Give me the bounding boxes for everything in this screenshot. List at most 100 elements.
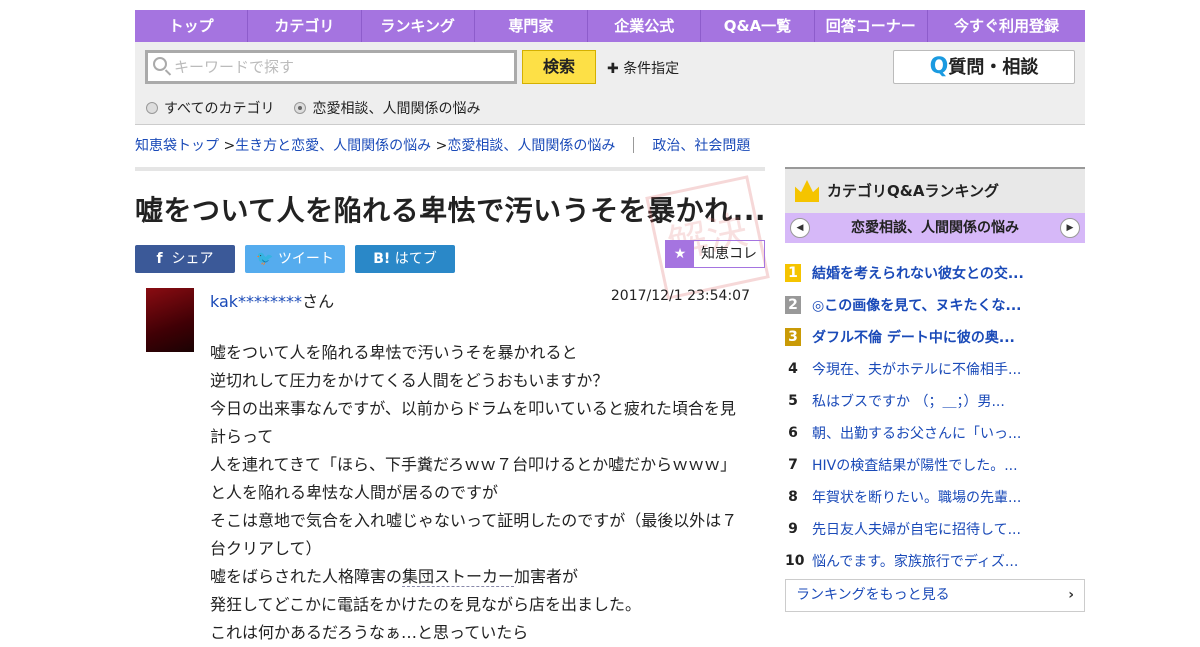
- body-text: 加害者が: [514, 567, 579, 586]
- star-icon: ★: [666, 241, 694, 267]
- radio-label: すべてのカテゴリ: [164, 101, 275, 117]
- body-line: 嘘をばらされた人格障害の集団ストーカー加害者が: [210, 563, 750, 591]
- ranking-item: 10 悩んでます。家族旅行でディズ...: [785, 545, 1085, 577]
- ranking-category: 恋愛相談、人間関係の悩み: [851, 220, 1019, 236]
- body-line: 嘘をついて人を陥れる卑怯で汚いうそを暴かれると: [210, 343, 578, 362]
- breadcrumb-politics[interactable]: 政治、社会問題: [652, 138, 750, 154]
- question-section: 解決 嘘をついて人を陥れる卑怯で汚いうそを暴かれ... f シェア 🐦 ツイート…: [135, 167, 770, 642]
- username-suffix: さん: [302, 292, 335, 311]
- nav-category[interactable]: カテゴリ: [248, 10, 362, 42]
- ranking-item: 1 結婚を考えられない彼女との交...: [785, 257, 1085, 289]
- rank-number: 2: [785, 296, 801, 314]
- collect-label: 知恵コレ: [701, 246, 757, 262]
- breadcrumb: 知恵袋トップ >生き方と恋愛、人間関係の悩み >恋愛相談、人間関係の悩み 政治、社…: [135, 137, 751, 154]
- nav-register[interactable]: 今すぐ利用登録: [928, 10, 1085, 42]
- body-line: これは何かあるだろうなぁ…と思っていたら: [210, 623, 529, 642]
- next-arrow-icon[interactable]: ▶: [1060, 218, 1080, 238]
- search-bar: キーワードで探す 検索 ✚ 条件指定 Q質問・相談 すべてのカテゴリ 恋愛相談、…: [135, 42, 1085, 125]
- search-button[interactable]: 検索: [522, 50, 596, 84]
- tweet-label: ツイート: [277, 251, 334, 267]
- ranking-link[interactable]: HIVの検査結果が陽性でした。...: [812, 455, 1018, 475]
- tweet-button[interactable]: 🐦 ツイート: [245, 245, 345, 273]
- ranking-link[interactable]: ◎この画像を見て、ヌキたくな...: [812, 295, 1021, 315]
- breadcrumb-top[interactable]: 知恵袋トップ: [135, 138, 219, 154]
- radio-label: 恋愛相談、人間関係の悩み: [312, 101, 481, 117]
- ranking-item: 4 今現在、夫がホテルに不倫相手...: [785, 353, 1085, 385]
- ranking-item: 2 ◎この画像を見て、ヌキたくな...: [785, 289, 1085, 321]
- more-label: ランキングをもっと見る: [796, 587, 950, 603]
- radio-all-categories[interactable]: すべてのカテゴリ: [146, 98, 274, 118]
- ranking-item: 3 ダフル不倫 デート中に彼の奥...: [785, 321, 1085, 353]
- search-placeholder: キーワードで探す: [174, 58, 295, 76]
- ranking-link[interactable]: 私はブスですか （；＿；）男...: [812, 391, 1005, 411]
- collect-button[interactable]: ★ 知恵コレ: [665, 240, 765, 268]
- search-input[interactable]: キーワードで探す: [145, 50, 517, 84]
- conditions-label: 条件指定: [623, 61, 680, 77]
- radio-icon[interactable]: [146, 102, 158, 114]
- rank-number: 1: [785, 264, 801, 282]
- ranking-link[interactable]: ダフル不倫 デート中に彼の奥...: [812, 327, 1015, 347]
- radio-this-category[interactable]: 恋愛相談、人間関係の悩み: [294, 98, 480, 118]
- stamp-watermark: 解決: [645, 175, 770, 300]
- ranking-sidebar: カテゴリQ&Aランキング ◀ 恋愛相談、人間関係の悩み ▶ 1 結婚を考えられない彼女…: [785, 167, 1085, 612]
- ranking-item: 9 先日友人夫婦が自宅に招待して...: [785, 513, 1085, 545]
- body-line: そこは意地で気合を入れ嘘じゃないって証明したのですが（最後以外は７台クリアして）: [210, 511, 738, 558]
- rank-number: 9: [788, 521, 798, 537]
- body-line: 逆切れして圧力をかけてくる人間をどうおもいますか？: [210, 371, 609, 390]
- hatena-icon: B!: [373, 251, 391, 267]
- prev-arrow-icon[interactable]: ◀: [790, 218, 810, 238]
- ranking-link[interactable]: 朝、出勤するお父さんに「いっ...: [812, 423, 1021, 443]
- ranking-item: 6 朝、出勤するお父さんに「いっ...: [785, 417, 1085, 449]
- conditions-link[interactable]: ✚ 条件指定: [607, 58, 679, 78]
- body-line: と人を陥れる卑怯な人間が居るのですが: [210, 483, 499, 502]
- twitter-icon: 🐦: [256, 251, 274, 267]
- body-text: 嘘をばらされた人格障害の: [210, 567, 403, 586]
- question-body: 嘘をついて人を陥れる卑怯で汚いうそを暴かれると 逆切れして圧力をかけてくる人間を…: [210, 339, 750, 647]
- rank-number: 7: [788, 457, 798, 473]
- nav-official[interactable]: 企業公式: [588, 10, 702, 42]
- avatar[interactable]: [146, 288, 194, 352]
- ask-question-button[interactable]: Q質問・相談: [893, 50, 1075, 84]
- ranking-link[interactable]: 結婚を考えられない彼女との交...: [812, 263, 1024, 283]
- nav-answer-corner[interactable]: 回答コーナー: [815, 10, 928, 42]
- nav-ranking[interactable]: ランキング: [362, 10, 475, 42]
- rank-number: 4: [788, 361, 798, 377]
- nav-qa-list[interactable]: Q&A一覧: [701, 10, 815, 42]
- ranking-link[interactable]: 悩んでます。家族旅行でディズ...: [812, 551, 1018, 571]
- ranking-item: 7 HIVの検査結果が陽性でした。...: [785, 449, 1085, 481]
- share-label: シェア: [171, 251, 214, 267]
- more-ranking-link[interactable]: ランキングをもっと見る ›: [785, 579, 1085, 612]
- breadcrumb-life[interactable]: 生き方と恋愛、人間関係の悩み: [235, 138, 431, 154]
- hatebu-button[interactable]: B! はてブ: [355, 245, 455, 273]
- nav-top[interactable]: トップ: [135, 10, 249, 42]
- rank-number: 5: [788, 393, 798, 409]
- body-line: 人を連れてきて「ほら、下手糞だろｗｗ７台叩けるとか嘘だからｗｗｗ」: [210, 455, 737, 474]
- body-line: 今日の出来事なんですが、以前からドラムを叩いていると疲れた頃合を見計らって: [210, 399, 736, 446]
- ranking-link[interactable]: 年賀状を断りたい。職場の先輩...: [812, 487, 1021, 507]
- ranking-item: 5 私はブスですか （；＿；）男...: [785, 385, 1085, 417]
- ranking-link[interactable]: 先日友人夫婦が自宅に招待して...: [812, 519, 1021, 539]
- chevron-right-icon: ›: [1068, 587, 1074, 603]
- nav-experts[interactable]: 専門家: [475, 10, 589, 42]
- rank-number: 10: [785, 553, 805, 569]
- rank-number: 3: [785, 328, 801, 346]
- ranking-link[interactable]: 今現在、夫がホテルに不倫相手...: [812, 359, 1021, 379]
- plus-icon: ✚: [607, 61, 619, 77]
- breadcrumb-love[interactable]: 恋愛相談、人間関係の悩み: [447, 138, 615, 154]
- q-icon: Q: [929, 54, 949, 79]
- crown-icon: [795, 180, 819, 202]
- ranking-title: カテゴリQ&Aランキング: [827, 182, 999, 200]
- body-line: 発狂してどこかに電話をかけたのを見ながら店を出ました。: [210, 595, 642, 614]
- facebook-share-button[interactable]: f シェア: [135, 245, 235, 273]
- global-nav: トップ カテゴリ ランキング 専門家 企業公式 Q&A一覧 回答コーナー 今すぐ…: [135, 10, 1085, 42]
- post-date: 2017/12/1 23:54:07: [610, 288, 750, 304]
- rank-number: 6: [788, 425, 798, 441]
- radio-selected-icon[interactable]: [294, 102, 307, 114]
- divider: [135, 167, 765, 171]
- keyword-link[interactable]: 集団ストーカー: [402, 567, 515, 587]
- ranking-item: 8 年賀状を断りたい。職場の先輩...: [785, 481, 1085, 513]
- divider: [633, 137, 635, 153]
- facebook-icon: f: [156, 251, 163, 267]
- ask-label: 質問・相談: [948, 57, 1039, 78]
- username-link[interactable]: kak********: [210, 292, 302, 311]
